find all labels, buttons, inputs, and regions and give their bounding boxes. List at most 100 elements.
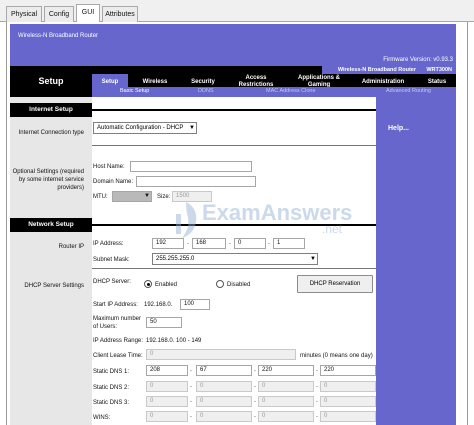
dot-separator: .	[229, 239, 231, 246]
ip-octet-2[interactable]: 168	[192, 238, 226, 249]
dot-separator: .	[190, 366, 192, 373]
lease-time-suffix: minutes (0 means one day)	[300, 353, 373, 359]
dns1-octet-1[interactable]: 208	[146, 365, 188, 376]
left-label-column	[10, 97, 92, 425]
domain-name-input[interactable]	[136, 176, 256, 187]
network-setup-heading: Network Setup	[10, 218, 92, 232]
subnet-mask-label: Subnet Mask:	[93, 257, 130, 263]
dns3-octet-2[interactable]: 0	[196, 396, 252, 407]
dot-separator: .	[190, 412, 192, 419]
dns1-octet-4[interactable]: 220	[320, 365, 376, 376]
router-ip-label: Router IP	[58, 244, 84, 250]
host-name-label: Host Name:	[93, 164, 125, 170]
tab-physical[interactable]: Physical	[6, 6, 42, 22]
ip-octet-3[interactable]: 0	[234, 238, 266, 249]
optional-settings-label: Optional Settings (required by some inte…	[12, 169, 84, 191]
section-title: Setup	[38, 76, 64, 86]
chevron-down-icon: ▼	[144, 193, 150, 199]
dns3-octet-3[interactable]: 0	[258, 396, 314, 407]
dhcp-enabled-radio[interactable]	[144, 280, 152, 288]
help-link[interactable]: Help...	[388, 125, 409, 132]
conn-type-select[interactable]: Automatic Configuration - DHCP ▼	[93, 122, 197, 134]
mtu-size-input[interactable]: 1500	[172, 191, 212, 202]
host-name-input[interactable]	[130, 161, 252, 172]
dot-separator: .	[316, 366, 318, 373]
subtab-advanced-routing[interactable]: Advanced Routing	[386, 88, 431, 94]
dns2-label: Static DNS 2:	[93, 385, 130, 391]
subtab-basic-setup[interactable]: Basic Setup	[120, 88, 149, 94]
chevron-down-icon: ▼	[310, 256, 316, 262]
ip-octet-1[interactable]: 192	[152, 238, 184, 249]
dns3-octet-1[interactable]: 0	[146, 396, 188, 407]
dot-separator: .	[254, 397, 256, 404]
dns1-octet-3[interactable]: 220	[258, 365, 314, 376]
domain-name-label: Domain Name:	[93, 179, 134, 185]
subtab-mac-clone[interactable]: MAC Address Clone	[266, 88, 316, 94]
dot-separator: .	[316, 412, 318, 419]
mtu-label: MTU:	[93, 194, 108, 200]
wins-octet-4[interactable]: 0	[320, 411, 376, 422]
dot-separator: .	[316, 397, 318, 404]
router-banner: Wireless-N Broadband Router Firmware Ver…	[10, 24, 456, 66]
ip-address-label: IP Address:	[93, 241, 124, 247]
dot-separator: .	[190, 397, 192, 404]
tab-attributes[interactable]: Attributes	[102, 6, 138, 22]
model-bar: Wireless-N Broadband Router WRT300N	[322, 66, 456, 74]
dot-separator: .	[268, 239, 270, 246]
start-ip-label: Start IP Address:	[93, 302, 138, 308]
sub-nav: Basic Setup DDNS MAC Address Clone Advan…	[92, 87, 456, 97]
dns1-octet-2[interactable]: 67	[196, 365, 252, 376]
divider	[92, 145, 376, 146]
ip-range-value: 192.168.0. 100 - 149	[146, 338, 202, 344]
dns2-octet-4[interactable]: 0	[320, 381, 376, 392]
model-name: Wireless-N Broadband Router	[337, 67, 416, 73]
dns2-octet-3[interactable]: 0	[258, 381, 314, 392]
wins-label: WINS:	[93, 415, 111, 421]
dhcp-reservation-button[interactable]: DHCP Reservation	[297, 275, 373, 293]
dhcp-settings-label: DHCP Server Settings	[24, 283, 84, 289]
wins-octet-1[interactable]: 0	[146, 411, 188, 422]
dot-separator: .	[254, 382, 256, 389]
dns2-octet-1[interactable]: 0	[146, 381, 188, 392]
dot-separator: .	[190, 382, 192, 389]
product-name: Wireless-N Broadband Router	[18, 33, 99, 39]
max-users-input[interactable]: 50	[146, 317, 182, 328]
firmware-version: Firmware Version: v0.93.3	[383, 57, 453, 63]
app-tab-bar: Physical Config GUI Attributes	[0, 0, 474, 22]
subnet-mask-select[interactable]: 255.255.255.0 ▼	[152, 253, 318, 265]
ip-range-label: IP Address Range:	[93, 338, 143, 344]
subnet-mask-value: 255.255.255.0	[156, 256, 195, 262]
dot-separator: .	[316, 382, 318, 389]
dns2-octet-2[interactable]: 0	[196, 381, 252, 392]
wins-octet-2[interactable]: 0	[196, 411, 252, 422]
dhcp-server-label: DHCP Server:	[93, 279, 131, 285]
divider	[92, 268, 376, 269]
dhcp-disabled-radio[interactable]	[216, 280, 224, 288]
tab-config[interactable]: Config	[44, 6, 74, 22]
dns3-label: Static DNS 3:	[93, 400, 130, 406]
dns3-octet-4[interactable]: 0	[320, 396, 376, 407]
tab-gui[interactable]: GUI	[76, 4, 100, 22]
start-ip-input[interactable]: 100	[180, 299, 210, 310]
disabled-label: Disabled	[227, 282, 251, 288]
size-label: Size:	[157, 194, 171, 200]
lease-time-label: Client Lease Time:	[93, 353, 143, 359]
enabled-label: Enabled	[155, 282, 178, 288]
model-number: WRT300N	[426, 67, 452, 73]
dns1-label: Static DNS 1:	[93, 369, 130, 375]
wins-octet-3[interactable]: 0	[258, 411, 314, 422]
dot-separator: .	[254, 366, 256, 373]
mtu-select[interactable]: ▼	[112, 191, 152, 202]
dot-separator: .	[187, 239, 189, 246]
start-ip-prefix: 192.168.0.	[144, 302, 173, 308]
conn-type-value: Automatic Configuration - DHCP	[97, 125, 184, 131]
divider	[92, 224, 376, 226]
lease-time-input[interactable]: 0	[146, 349, 296, 360]
dot-separator: .	[254, 412, 256, 419]
ip-octet-4[interactable]: 1	[273, 238, 305, 249]
internet-setup-heading: Internet Setup	[10, 103, 92, 117]
divider	[92, 109, 376, 111]
subtab-ddns[interactable]: DDNS	[198, 88, 214, 94]
chevron-down-icon: ▼	[189, 125, 195, 131]
conn-type-label: Internet Connection type	[18, 130, 84, 136]
